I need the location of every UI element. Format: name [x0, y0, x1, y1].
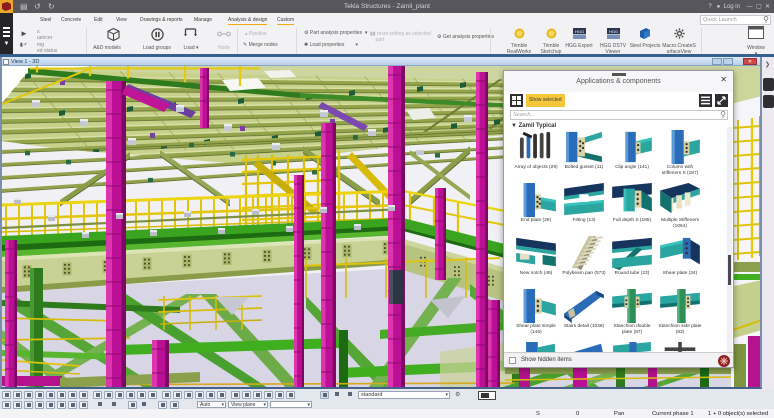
svg-text:HGG: HGG	[575, 29, 584, 34]
svg-text:HGG: HGG	[609, 29, 618, 34]
